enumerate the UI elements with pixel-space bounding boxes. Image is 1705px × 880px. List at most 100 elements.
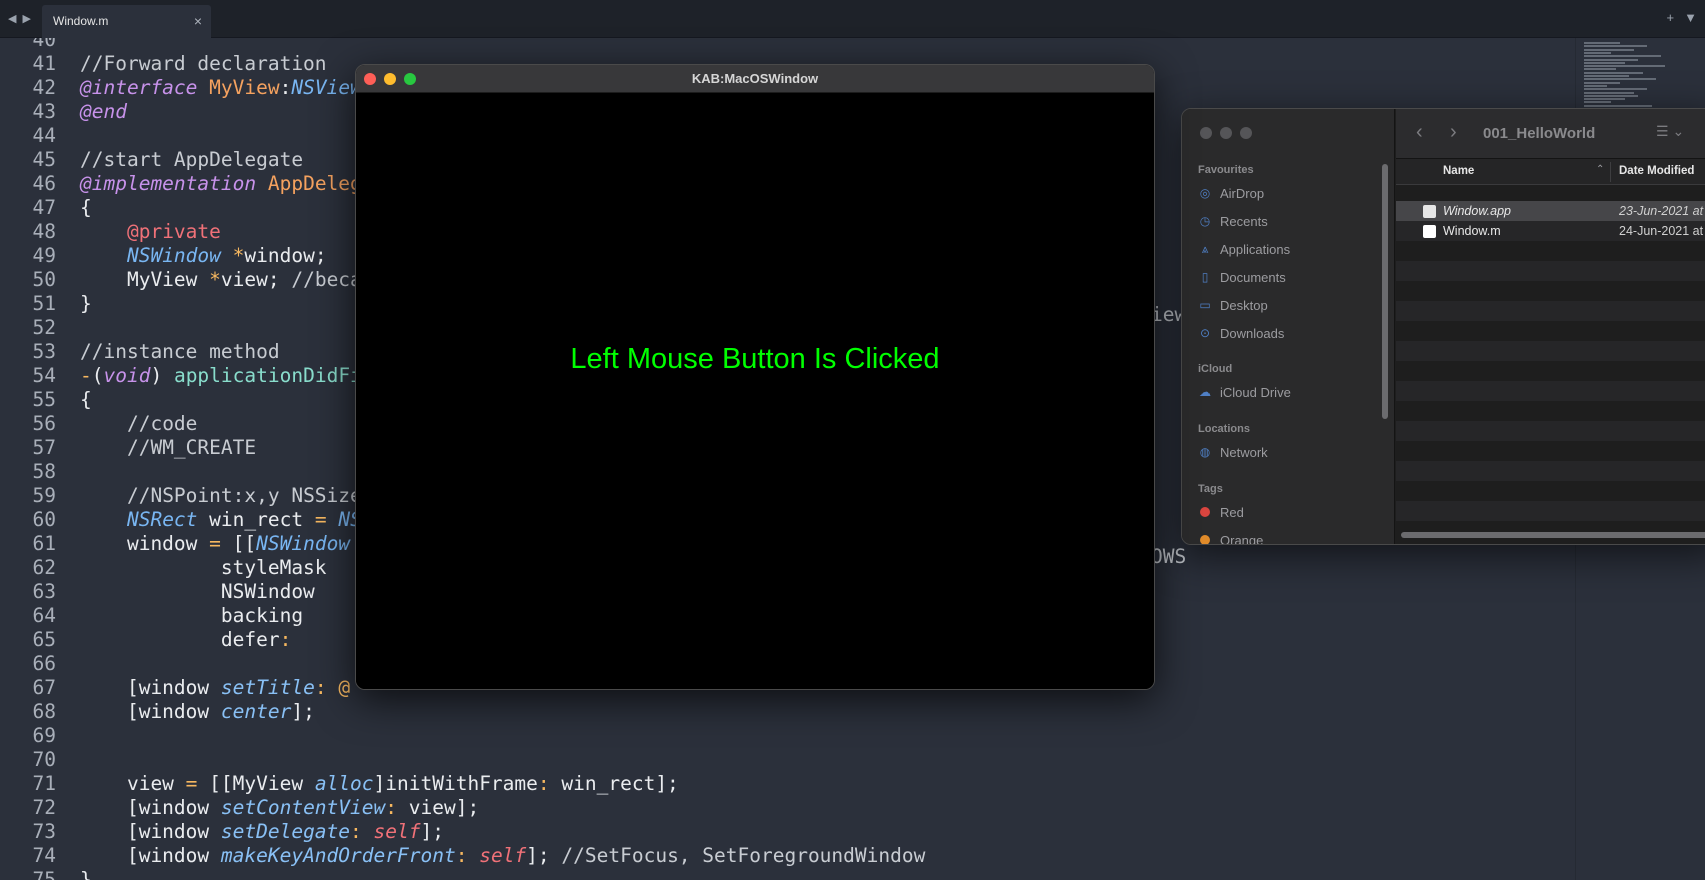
line-number: 58 [32,460,56,483]
code-text: NSRect win_rect = NS [126,508,362,531]
code-line[interactable]: 68 [window center]; [0,700,925,724]
minimap-line [1584,48,1634,51]
line-number: 71 [32,772,56,795]
code-text: backing [80,604,304,627]
airdrop-icon: ◎ [1199,186,1211,200]
editor-tab-bar: ◀ ▶ Window.m × + ▼ [0,0,1705,38]
code-line[interactable]: 74 [window makeKeyAndOrderFront: self]; … [0,844,926,868]
code-text: [window setDelegate: self]; [80,820,444,843]
code-text: //start AppDelegate [80,148,304,171]
zoom-window-button[interactable] [1240,127,1252,139]
file-row[interactable]: Window.app 23-Jun-2021 at [1396,201,1705,221]
column-header-name[interactable]: Name [1443,165,1474,177]
sidebar-item-airdrop[interactable]: ◎ AirDrop [1198,182,1264,204]
sidebar-item-orange[interactable]: Orange [1198,529,1263,544]
window-content-view[interactable]: Left Mouse Button Is Clicked [356,93,1154,689]
column-divider[interactable] [1610,162,1611,182]
code-fragment: OWS [1151,545,1187,568]
icloud-drive-icon: ☁ [1199,385,1211,399]
sidebar-item-applications[interactable]: ⩓ Applications [1198,238,1291,260]
minimap-line [1584,58,1638,61]
finder-window: Favourites ◎ AirDrop ◷ Recents ⩓ Applications… [1181,108,1705,545]
code-text: @interface MyView:NSView [80,76,362,99]
code-line[interactable]: 69 [0,724,925,748]
sidebar-item-recents[interactable]: ◷ Recents [1198,210,1268,232]
file-row[interactable]: Window.m 24-Jun-2021 at [1396,221,1705,241]
code-line[interactable]: 75} [0,868,925,880]
line-number: 55 [32,388,56,411]
forward-icon[interactable]: › [1450,121,1457,144]
sidebar-item-label: Downloads [1220,325,1285,341]
sidebar-item-label: Recents [1220,213,1268,229]
back-arrow-icon[interactable]: ◀ [8,12,16,25]
finder-sidebar: Favourites ◎ AirDrop ◷ Recents ⩓ Applications… [1182,109,1395,544]
line-number: 65 [32,628,56,651]
sidebar-item-documents[interactable]: ▯ Documents [1198,266,1286,288]
back-icon[interactable]: ‹ [1416,121,1423,144]
tab-window-m[interactable]: Window.m × [42,5,211,38]
code-text: MyView *view; //because [80,268,398,291]
code-text: styleMask [80,556,327,579]
view-options-icon[interactable]: ☰ ⌄ [1656,123,1684,140]
file-date-modified: 24-Jun-2021 at [1619,224,1704,238]
code-line[interactable]: 72 [window setContentView: view]; [0,796,925,820]
tab-navigation: ◀ ▶ [8,12,31,25]
minimap-line [1584,81,1620,84]
sidebar-item-icloud-drive[interactable]: ☁ iCloud Drive [1198,381,1291,403]
line-number: 70 [32,748,56,771]
macos-window[interactable]: KAB:MacOSWindow Left Mouse Button Is Cli… [355,64,1155,690]
code-text: window = [[NSWindow [80,532,351,555]
window-titlebar[interactable]: KAB:MacOSWindow [356,65,1154,93]
code-line[interactable]: 70 [0,748,925,772]
network-icon: ◍ [1199,445,1211,459]
tag-color-icon [1200,535,1210,544]
line-number: 75 [32,868,56,880]
line-number: 68 [32,700,56,723]
close-window-button[interactable] [1200,127,1212,139]
empty-row [1396,401,1705,421]
line-number: 66 [32,652,56,675]
sidebar-scrollbar[interactable] [1382,164,1388,419]
code-line[interactable]: 71 view = [[MyView alloc]initWithFrame: … [0,772,925,796]
documents-icon: ▯ [1201,270,1209,284]
forward-arrow-icon[interactable]: ▶ [22,12,30,25]
minimize-window-button[interactable] [1220,127,1232,139]
tab-actions: + ▼ [1667,10,1697,25]
line-number: 44 [32,124,56,147]
app-file-icon [1423,205,1436,218]
minimap-line [1584,71,1643,74]
minimap-line [1584,61,1625,64]
line-number: 72 [32,796,56,819]
code-text: } [80,868,92,880]
sidebar-item-downloads[interactable]: ⊙ Downloads [1198,322,1284,344]
empty-row [1396,361,1705,381]
code-text: [window makeKeyAndOrderFront: self]; //S… [80,844,926,867]
line-number: 52 [32,316,56,339]
code-line[interactable]: 73 [window setDelegate: self]; [0,820,925,844]
tag-color-icon [1200,507,1210,517]
line-number: 43 [32,100,56,123]
empty-row [1396,241,1705,261]
add-tab-icon[interactable]: + [1667,10,1675,25]
recents-icon: ◷ [1199,214,1211,228]
tab-menu-icon[interactable]: ▼ [1684,10,1697,25]
empty-row [1396,441,1705,461]
code-line[interactable]: 40 [0,38,925,52]
column-header-date-modified[interactable]: Date Modified [1619,165,1694,177]
horizontal-scrollbar[interactable] [1401,532,1705,538]
objc-file-icon [1423,225,1436,238]
sidebar-heading-favourites: Favourites [1198,164,1254,176]
empty-row [1396,421,1705,441]
sidebar-item-desktop[interactable]: ▭ Desktop [1198,294,1268,316]
sidebar-item-label: Red [1220,504,1244,520]
sidebar-item-network[interactable]: ◍ Network [1198,441,1268,463]
sidebar-item-red[interactable]: Red [1198,501,1244,523]
close-icon[interactable]: × [194,5,202,38]
line-number: 56 [32,412,56,435]
code-text: //NSPoint:x,y NSSize [126,484,362,507]
sidebar-heading-tags: Tags [1198,483,1223,495]
sidebar-item-label: Desktop [1220,297,1268,313]
minimap-line [1584,98,1625,101]
window-title: KAB:MacOSWindow [691,71,819,86]
line-number: 69 [32,724,56,747]
